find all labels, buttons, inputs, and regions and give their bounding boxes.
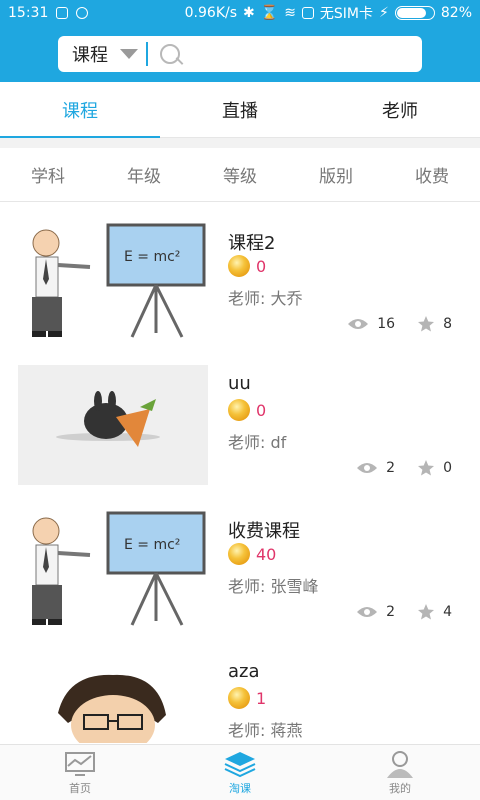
tab-bar: 课程 直播 老师 — [0, 82, 480, 138]
course-title: 收费课程 — [228, 521, 300, 542]
section-divider — [0, 138, 480, 148]
course-thumbnail: E = mc² — [18, 509, 208, 629]
search-icon[interactable] — [158, 42, 184, 68]
view-count: 2 — [386, 460, 396, 476]
star-icon — [418, 604, 435, 620]
coin-icon — [228, 399, 250, 421]
coin-icon — [228, 687, 250, 709]
course-thumbnail — [18, 653, 208, 743]
course-stats: 2 4 — [356, 603, 452, 621]
course-stats: 2 0 — [356, 459, 452, 477]
network-speed: 0.96K/s — [184, 5, 238, 21]
sim-status: 无SIM卡 — [319, 6, 374, 22]
course-item[interactable]: uu 0 老师: df 2 0 — [0, 347, 480, 491]
course-stats: 16 8 — [347, 315, 452, 333]
star-icon — [418, 316, 435, 332]
battery-percent: 82% — [440, 5, 472, 21]
star-icon — [418, 460, 435, 476]
favorite-count: 8 — [443, 316, 452, 332]
coin-icon — [228, 255, 250, 277]
search-header: 课程 — [0, 26, 480, 82]
usb-icon — [56, 7, 69, 19]
course-list: E = mc² 课程2 0 老师: 大乔 16 8 uu 0 老师: df 2 … — [0, 203, 480, 743]
user-icon — [387, 750, 413, 778]
tab-teachers[interactable]: 老师 — [320, 82, 480, 137]
course-item[interactable]: aza 1 老师: 蒋燕 — [0, 635, 480, 743]
tab-courses[interactable]: 课程 — [0, 82, 160, 138]
svg-text:E = mc²: E = mc² — [124, 249, 180, 265]
course-teacher: 老师: df — [228, 433, 287, 452]
svg-text:E = mc²: E = mc² — [124, 537, 180, 553]
nav-courses[interactable]: 淘课 — [160, 745, 320, 800]
search-input[interactable] — [180, 45, 380, 63]
nav-profile-label: 我的 — [389, 781, 411, 795]
course-price: 40 — [256, 545, 277, 564]
charging-icon: ⚡ — [379, 5, 389, 21]
filter-grade[interactable]: 年级 — [96, 148, 192, 201]
tab-live[interactable]: 直播 — [160, 82, 320, 137]
filter-edition[interactable]: 版别 — [288, 148, 384, 201]
course-item[interactable]: E = mc² 课程2 0 老师: 大乔 16 8 — [0, 203, 480, 347]
search-category-select[interactable]: 课程 — [72, 41, 108, 67]
eye-icon — [357, 607, 378, 617]
search-bar[interactable]: 课程 — [58, 36, 422, 72]
course-thumbnail: E = mc² — [18, 221, 208, 341]
filter-fee[interactable]: 收费 — [384, 148, 480, 201]
favorite-count: 4 — [443, 604, 452, 620]
course-item[interactable]: E = mc² 收费课程 40 老师: 张雪峰 2 4 — [0, 491, 480, 635]
status-bar: 15:31 0.96K/s ✱ ⌛ ≋ 无SIM卡 ⚡ 82% — [0, 0, 480, 26]
layers-icon — [224, 751, 256, 777]
alarm-off-icon: ⌛ — [260, 5, 279, 21]
nav-courses-label: 淘课 — [229, 781, 251, 795]
course-title: 课程2 — [228, 233, 276, 254]
coin-icon — [228, 543, 250, 565]
eye-icon — [357, 463, 378, 473]
filter-bar: 学科 年级 等级 版别 收费 — [0, 148, 480, 202]
chevron-down-icon[interactable] — [120, 49, 138, 59]
course-title: uu — [228, 373, 251, 394]
status-time: 15:31 — [8, 5, 49, 21]
course-thumbnail — [18, 365, 208, 485]
sim-icon — [301, 7, 314, 19]
view-count: 16 — [377, 316, 396, 332]
course-teacher: 老师: 张雪峰 — [228, 577, 319, 596]
course-teacher: 老师: 蒋燕 — [228, 721, 303, 740]
android-icon — [76, 7, 89, 19]
eye-icon — [348, 319, 369, 329]
bottom-nav: 首页 淘课 我的 — [0, 744, 480, 800]
battery-icon — [394, 6, 435, 20]
wifi-icon: ≋ — [284, 5, 296, 21]
course-title: aza — [228, 661, 260, 682]
filter-subject[interactable]: 学科 — [0, 148, 96, 201]
filter-level[interactable]: 等级 — [192, 148, 288, 201]
nav-profile[interactable]: 我的 — [320, 745, 480, 800]
view-count: 2 — [386, 604, 396, 620]
course-price: 0 — [256, 401, 267, 420]
home-icon — [65, 751, 95, 776]
nav-home[interactable]: 首页 — [0, 745, 160, 800]
text-cursor — [146, 42, 148, 66]
nav-home-label: 首页 — [69, 781, 91, 795]
course-teacher: 老师: 大乔 — [228, 289, 303, 308]
bluetooth-icon: ✱ — [243, 5, 255, 21]
favorite-count: 0 — [443, 460, 452, 476]
course-price: 1 — [256, 689, 267, 708]
course-price: 0 — [256, 257, 267, 276]
